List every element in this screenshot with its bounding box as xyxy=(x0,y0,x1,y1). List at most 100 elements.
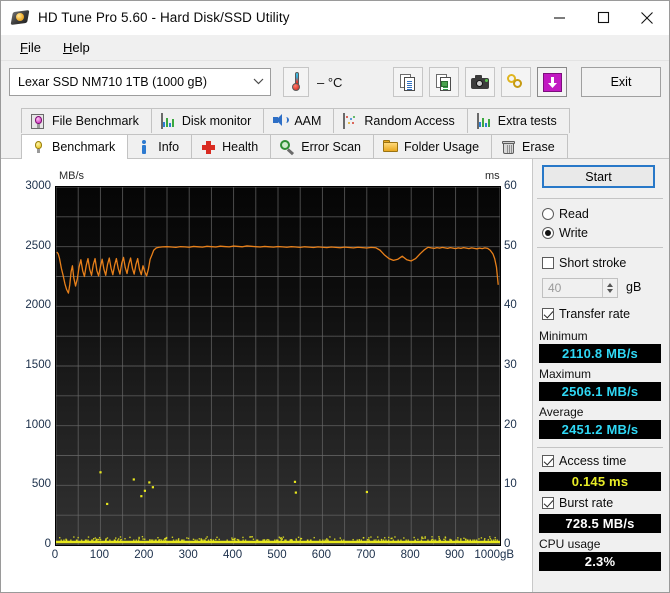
chart-pane: MB/s ms 0 500 1000 1500 2000 2500 3000 0 10 20 30… xyxy=(1,159,532,592)
chain-icon xyxy=(507,74,525,90)
window-title: HD Tune Pro 5.60 - Hard Disk/SSD Utility xyxy=(38,10,290,25)
toolbar: Lexar SSD NM710 1TB (1000 gB) – °C Exit xyxy=(1,61,669,103)
y-axis-title: MB/s xyxy=(59,170,84,182)
checkbox-burst-rate[interactable]: Burst rate xyxy=(542,496,613,510)
tab-file-benchmark[interactable]: File Benchmark xyxy=(21,108,152,133)
short-stroke-unit: gB xyxy=(626,280,641,294)
tab-label: Benchmark xyxy=(52,140,115,154)
tab-aam[interactable]: AAM xyxy=(263,108,334,133)
copy-image-icon xyxy=(436,74,453,91)
tab-strip: File Benchmark Disk monitor AAM Random A… xyxy=(1,103,669,159)
tab-info[interactable]: Info xyxy=(127,134,192,159)
exit-button-label: Exit xyxy=(611,75,632,89)
y-tick-label: 1000 xyxy=(7,419,51,431)
cross-icon xyxy=(201,140,216,155)
copy-to-clipboard-button[interactable] xyxy=(393,67,423,97)
menu-bar: File Help xyxy=(1,35,669,61)
tab-label: Erase xyxy=(522,140,555,154)
bar-chart-icon xyxy=(477,114,492,129)
radio-write-indicator xyxy=(542,227,554,239)
exit-button[interactable]: Exit xyxy=(581,67,661,97)
y-tick-label: 1500 xyxy=(7,359,51,371)
temperature-value: – °C xyxy=(317,75,342,90)
tab-error-scan[interactable]: Error Scan xyxy=(270,134,374,159)
scatter-icon xyxy=(343,114,358,129)
copy-image-button[interactable] xyxy=(429,67,459,97)
tab-label: Extra tests xyxy=(498,114,557,128)
menu-help[interactable]: Help xyxy=(52,38,101,57)
tab-label: AAM xyxy=(294,114,321,128)
info-icon xyxy=(137,140,152,155)
y2-tick-label: 40 xyxy=(504,299,517,311)
start-button-label: Start xyxy=(585,170,611,184)
short-stroke-value: 40 xyxy=(548,281,561,295)
tab-row-bottom: Benchmark Info Health Error Scan Folder … xyxy=(1,133,669,159)
tab-extra-tests[interactable]: Extra tests xyxy=(467,108,570,133)
x-tick-label: 200 xyxy=(134,549,153,561)
plot-area xyxy=(55,186,501,546)
chain-button[interactable] xyxy=(501,67,531,97)
start-button[interactable]: Start xyxy=(542,165,655,188)
y2-tick-label: 20 xyxy=(504,419,517,431)
access-time-value: 0.145 ms xyxy=(539,472,661,491)
tab-folder-usage[interactable]: Folder Usage xyxy=(373,134,492,159)
y-tick-label: 3000 xyxy=(7,180,51,192)
y2-tick-label: 60 xyxy=(504,180,517,192)
radio-write[interactable]: Write xyxy=(542,226,588,240)
x-tick-label: 600 xyxy=(312,549,331,561)
tab-label: Health xyxy=(222,140,258,154)
tab-erase[interactable]: Erase xyxy=(491,134,568,159)
minimum-value: 2110.8 MB/s xyxy=(539,344,661,363)
checkbox-access-time[interactable]: Access time xyxy=(542,454,626,468)
x-tick-label: 0 xyxy=(52,549,58,561)
y-tick-label: 0 xyxy=(7,538,51,550)
checkbox-access-time-label: Access time xyxy=(559,454,626,468)
tab-benchmark[interactable]: Benchmark xyxy=(21,134,128,159)
y2-tick-label: 30 xyxy=(504,359,517,371)
menu-file[interactable]: File xyxy=(9,38,52,57)
average-label: Average xyxy=(539,405,583,419)
x-tick-label: 1000gB xyxy=(474,549,514,561)
tab-label: Error Scan xyxy=(301,140,361,154)
checkbox-transfer-rate[interactable]: Transfer rate xyxy=(542,307,630,321)
tab-health[interactable]: Health xyxy=(191,134,271,159)
burst-rate-value: 728.5 MB/s xyxy=(539,514,661,533)
stepper-arrows-icon[interactable] xyxy=(602,279,617,297)
tab-label: Random Access xyxy=(364,114,454,128)
radio-read-label: Read xyxy=(559,207,589,221)
bulb-framed-icon xyxy=(31,114,46,129)
y2-axis-title: ms xyxy=(485,170,500,182)
radio-read-indicator xyxy=(542,208,554,220)
close-button[interactable] xyxy=(625,1,669,34)
save-button[interactable] xyxy=(537,67,567,97)
tab-random-access[interactable]: Random Access xyxy=(333,108,467,133)
x-tick-label: 700 xyxy=(356,549,375,561)
minimum-label: Minimum xyxy=(539,329,588,343)
drive-select[interactable]: Lexar SSD NM710 1TB (1000 gB) xyxy=(9,68,271,96)
minimize-button[interactable] xyxy=(537,1,581,34)
bar-chart-icon xyxy=(161,114,176,129)
screenshot-button[interactable] xyxy=(465,67,495,97)
checkbox-short-stroke[interactable]: Short stroke xyxy=(542,256,626,270)
x-tick-label: 500 xyxy=(267,549,286,561)
trash-icon xyxy=(501,140,516,155)
tab-disk-monitor[interactable]: Disk monitor xyxy=(151,108,264,133)
radio-read[interactable]: Read xyxy=(542,207,589,221)
grid-lines xyxy=(56,187,500,545)
speaker-icon xyxy=(273,114,288,129)
cpu-usage-label: CPU usage xyxy=(539,537,600,551)
radio-write-label: Write xyxy=(559,226,588,240)
temperature-button[interactable] xyxy=(283,67,309,97)
copy-icon xyxy=(400,74,417,91)
controls-pane: Start Read Write Short stroke 40 gB Tran… xyxy=(532,159,669,592)
divider xyxy=(537,447,663,448)
chevron-down-icon xyxy=(253,77,264,88)
camera-icon xyxy=(471,75,489,89)
checkbox-access-time-indicator xyxy=(542,455,554,467)
average-value: 2451.2 MB/s xyxy=(539,420,661,439)
y2-tick-label: 50 xyxy=(504,240,517,252)
maximize-button[interactable] xyxy=(581,1,625,34)
magnifier-icon xyxy=(280,140,295,155)
tab-label: File Benchmark xyxy=(52,114,139,128)
short-stroke-input[interactable]: 40 xyxy=(542,278,618,298)
